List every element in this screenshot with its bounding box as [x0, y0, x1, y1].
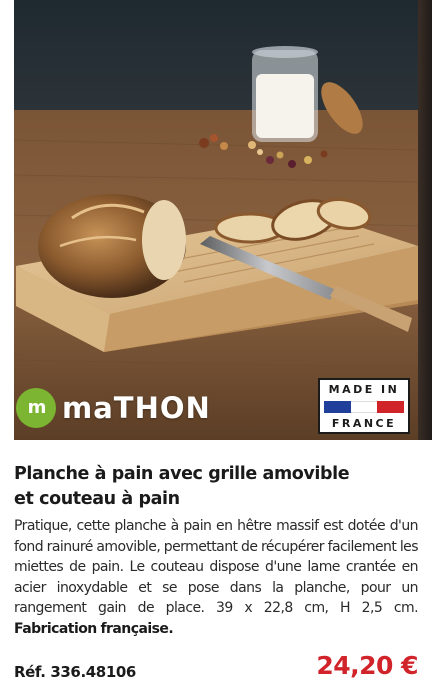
product-description: Pratique, cette planche à pain en hêtre … [14, 516, 419, 639]
adjacent-product-edge [418, 0, 432, 440]
badge-line-1: MADE IN [328, 383, 400, 396]
description-emphasis: Fabrication française. [14, 620, 174, 637]
product-title: Planche à pain avec grille amovible et c… [14, 462, 418, 512]
product-price: 24,20 € [316, 651, 418, 680]
flag-white-stripe [350, 400, 378, 413]
product-photo-illustration [14, 0, 418, 440]
brand-name: maTHON [62, 391, 211, 425]
product-title-line-2: et couteau à pain [14, 489, 180, 509]
product-title-line-1: Planche à pain avec grille amovible [14, 464, 350, 484]
description-text: Pratique, cette planche à pain en hêtre … [14, 518, 419, 616]
brand-mark-letter: m [27, 396, 47, 418]
bread-loaf [38, 194, 186, 298]
flag-blue-stripe [324, 400, 351, 413]
made-in-france-badge: MADE IN FRANCE [318, 378, 410, 434]
brand-logo: m maTHON [16, 388, 211, 428]
background-wall [14, 0, 418, 112]
flag-red-stripe [377, 400, 405, 413]
product-photo [14, 0, 418, 440]
brand-mark: m [16, 388, 56, 428]
flour-jar [252, 46, 318, 142]
badge-line-2: FRANCE [331, 417, 397, 430]
product-reference: Réf. 336.48106 [14, 663, 136, 681]
french-flag-icon [324, 400, 405, 413]
